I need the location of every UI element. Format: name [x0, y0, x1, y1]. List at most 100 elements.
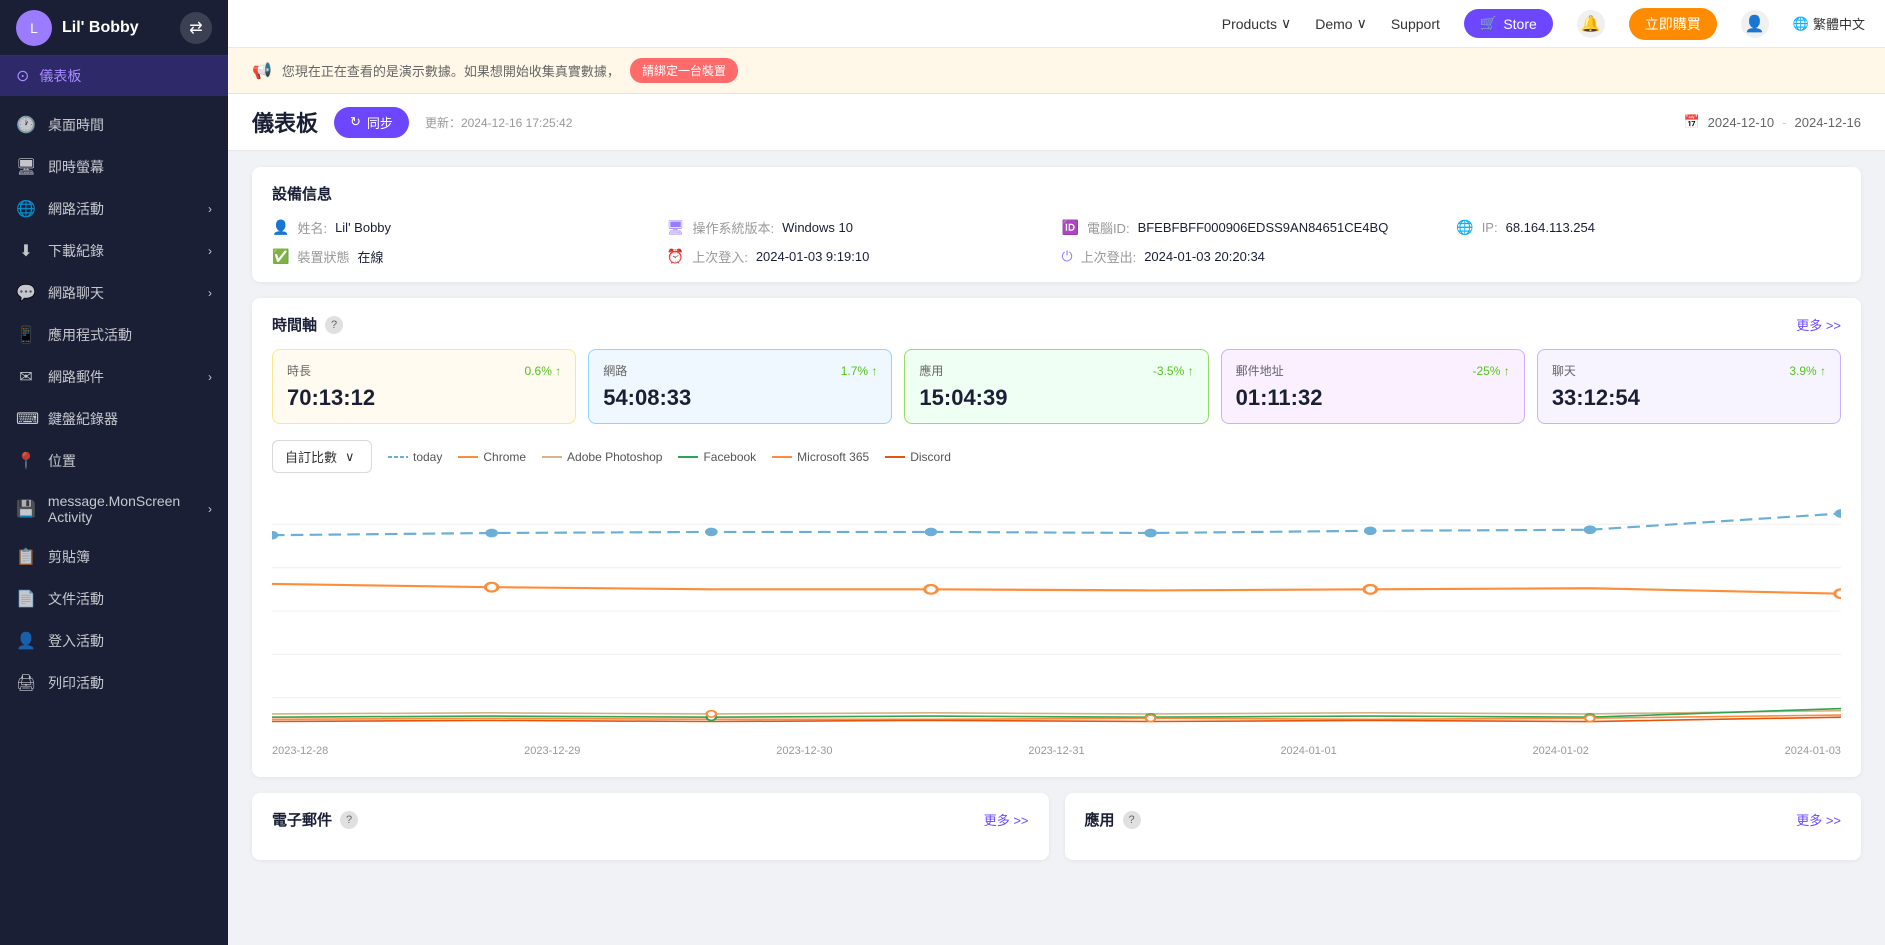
store-button[interactable]: 🛒 Store: [1464, 9, 1553, 38]
device-id-label: 電腦ID:: [1087, 218, 1130, 237]
timeline-more-link[interactable]: 更多 >>: [1796, 315, 1841, 334]
sidebar-item-label: 網路郵件: [48, 367, 104, 387]
ms365-dot: [707, 711, 716, 718]
sidebar-item-label: 位置: [48, 451, 76, 471]
ip-label: IP:: [1482, 220, 1498, 235]
sidebar-item-label: message.MonScreen Activity: [48, 493, 196, 525]
today-dot: [485, 529, 498, 538]
support-nav-link[interactable]: Support: [1391, 16, 1440, 32]
stat-value-duration: 70:13:12: [287, 385, 561, 411]
sidebar-item-keyboard[interactable]: ⌨ 鍵盤紀錄器: [0, 398, 228, 440]
stat-box-duration: 時長 0.6% ↑ 70:13:12: [272, 349, 576, 424]
legend-photoshop: Adobe Photoshop: [542, 450, 662, 464]
ip-value: 68.164.113.254: [1506, 220, 1595, 235]
legend-line-discord: [885, 456, 905, 458]
os-label: 操作系統版本:: [693, 218, 775, 237]
sidebar: L Lil' Bobby ⇄ ⊙ 儀表板 🕐 桌面時間 🖥 即時螢幕 🌐 網路活…: [0, 0, 228, 945]
language-selector[interactable]: 🌐 繁體中文: [1793, 14, 1865, 33]
status-label: 裝置狀態: [297, 247, 349, 266]
chevron-right-icon: ›: [208, 502, 212, 516]
sidebar-item-clipboard[interactable]: 📋 剪貼簿: [0, 536, 228, 578]
app-card-header: 應用 ? 更多 >>: [1085, 809, 1842, 830]
legend-label-discord: Discord: [910, 450, 951, 464]
timeline-header: 時間軸 ? 更多 >>: [272, 314, 1841, 335]
dashboard-header: 儀表板 ↻ 同步 更新：2024-12-16 17:25:42 📅 2024-1…: [228, 94, 1885, 151]
sync-button[interactable]: ↻ 同步: [334, 107, 409, 138]
email-icon: ✉: [16, 367, 36, 387]
x-label-2: 2023-12-30: [776, 745, 832, 757]
app-more-link[interactable]: 更多 >>: [1796, 810, 1841, 829]
stat-label-duration: 時長: [287, 362, 311, 379]
sidebar-item-login-activity[interactable]: 👤 登入活動: [0, 620, 228, 662]
legend-line-chrome: [458, 456, 478, 458]
sidebar-item-label: 登入活動: [48, 631, 104, 651]
update-text: 更新：2024-12-16 17:25:42: [425, 114, 572, 131]
email-more-link[interactable]: 更多 >>: [984, 810, 1029, 829]
chevron-right-icon: ›: [208, 370, 212, 384]
stat-label-network: 網路: [603, 362, 627, 379]
x-label-4: 2024-01-01: [1280, 745, 1336, 757]
sidebar-icon-button[interactable]: ⇄: [180, 12, 212, 44]
sidebar-item-dashboard[interactable]: ⊙ 儀表板: [0, 56, 228, 96]
timeline-title: 時間軸: [272, 314, 317, 335]
file-icon: 📄: [16, 589, 36, 609]
sidebar-item-label: 文件活動: [48, 589, 104, 609]
sidebar-item-screenshot[interactable]: 🖥 即時螢幕: [0, 146, 228, 188]
chevron-down-icon: ∨: [1281, 15, 1291, 32]
today-dot: [272, 531, 278, 540]
device-id-row: 🆔 電腦ID: BFEBFBFF000906EDSS9AN84651CE4BQ: [1062, 218, 1447, 237]
device-name-row: 👤 姓名: Lil' Bobby: [272, 218, 657, 237]
today-dot: [1144, 529, 1157, 538]
sidebar-item-app-activity[interactable]: 📱 應用程式活動: [0, 314, 228, 356]
last-login-row: ⏰ 上次登入: 2024-01-03 9:19:10: [667, 247, 1052, 266]
email-card: 電子郵件 ? 更多 >>: [252, 793, 1049, 860]
sidebar-item-location[interactable]: 📍 位置: [0, 440, 228, 482]
sidebar-item-label: 應用程式活動: [48, 325, 132, 345]
date-range-selector[interactable]: 📅 2024-12-10 - 2024-12-16: [1683, 114, 1861, 130]
stat-box-chat: 聊天 3.9% ↑ 33:12:54: [1537, 349, 1841, 424]
logout-info-icon: ⏻: [1062, 248, 1073, 265]
ms365-dot: [1146, 715, 1155, 722]
stat-boxes: 時長 0.6% ↑ 70:13:12 網路 1.7% ↑ 54:08:33 應用: [272, 349, 1841, 424]
chrome-dot: [485, 583, 498, 592]
date-end: 2024-12-16: [1795, 115, 1862, 130]
app-help-icon[interactable]: ?: [1123, 811, 1141, 829]
x-label-3: 2023-12-31: [1028, 745, 1084, 757]
calendar-icon: 📅: [1683, 114, 1699, 130]
email-card-title: 電子郵件: [272, 809, 332, 830]
chevron-right-icon: ›: [208, 286, 212, 300]
buy-now-button[interactable]: 立即購買: [1629, 8, 1717, 40]
sidebar-item-network[interactable]: 🌐 網路活動 ›: [0, 188, 228, 230]
sidebar-item-label: 即時螢幕: [48, 157, 104, 177]
sidebar-item-print-activity[interactable]: 🖨 列印活動: [0, 662, 228, 704]
download-icon: ⬇: [16, 241, 36, 261]
notification-bell[interactable]: 🔔: [1577, 10, 1605, 38]
legend-line-microsoft: [772, 456, 792, 458]
email-help-icon[interactable]: ?: [340, 811, 358, 829]
sidebar-nav: 🕐 桌面時間 🖥 即時螢幕 🌐 網路活動 › ⬇ 下載紀錄 › 💬 網路聊天 ›…: [0, 96, 228, 945]
stat-change-duration: 0.6% ↑: [525, 364, 562, 378]
products-nav-link[interactable]: Products ∨: [1222, 15, 1292, 32]
sidebar-item-label: 桌面時間: [48, 115, 104, 135]
stat-box-app: 應用 -3.5% ↑ 15:04:39: [904, 349, 1208, 424]
stat-value-app: 15:04:39: [919, 385, 1193, 411]
stat-box-network: 網路 1.7% ↑ 54:08:33: [588, 349, 892, 424]
stat-change-network: 1.7% ↑: [841, 364, 878, 378]
sidebar-item-desktop-time[interactable]: 🕐 桌面時間: [0, 104, 228, 146]
os-value: Windows 10: [782, 220, 853, 235]
chart-dropdown[interactable]: 自訂比數 ∨: [272, 440, 372, 473]
sidebar-item-downloads[interactable]: ⬇ 下載紀錄 ›: [0, 230, 228, 272]
sidebar-item-chat[interactable]: 💬 網路聊天 ›: [0, 272, 228, 314]
chrome-dot: [1835, 589, 1841, 598]
sidebar-item-label: 網路活動: [48, 199, 104, 219]
today-dot: [705, 528, 718, 537]
sidebar-dashboard-label: 儀表板: [39, 66, 81, 86]
sidebar-item-monscreen[interactable]: 💾 message.MonScreen Activity ›: [0, 482, 228, 536]
demo-nav-link[interactable]: Demo ∨: [1315, 15, 1367, 32]
app-icon: 📱: [16, 325, 36, 345]
sidebar-item-email[interactable]: ✉ 網路郵件 ›: [0, 356, 228, 398]
bind-device-link[interactable]: 請綁定一台裝置: [630, 58, 738, 83]
help-icon[interactable]: ?: [325, 316, 343, 334]
user-avatar-nav[interactable]: 👤: [1741, 10, 1769, 38]
sidebar-item-file-activity[interactable]: 📄 文件活動: [0, 578, 228, 620]
